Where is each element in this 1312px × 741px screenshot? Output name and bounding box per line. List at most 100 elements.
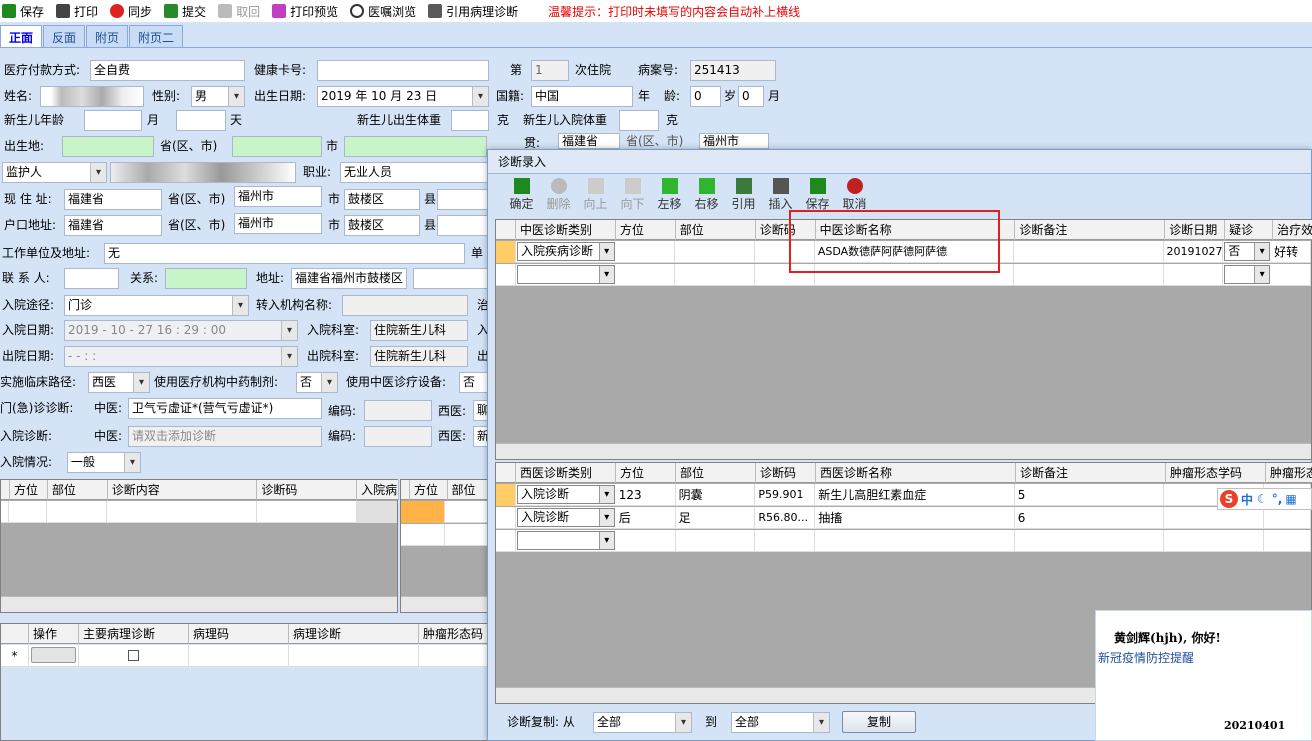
table-row[interactable]: [496, 530, 1312, 552]
ime-toolbar[interactable]: S 中 ☾ °, ▦: [1217, 488, 1312, 510]
tab-back[interactable]: 反面: [43, 25, 86, 47]
addr-detail-field[interactable]: [437, 189, 489, 210]
tab-appendix[interactable]: 附页: [86, 25, 129, 47]
sex-select[interactable]: 男: [191, 86, 245, 107]
nb-age-month-field[interactable]: [84, 110, 142, 131]
work-field[interactable]: 无: [104, 243, 465, 264]
copy-button[interactable]: 复制: [842, 711, 916, 733]
age-month-field[interactable]: 0: [738, 86, 764, 107]
selected-cell[interactable]: [401, 501, 445, 523]
reference-button[interactable]: 引用: [725, 178, 762, 212]
addr-prov-field[interactable]: 福建省: [64, 189, 162, 210]
table-row[interactable]: [1, 501, 397, 523]
name-field-blurred[interactable]: [40, 86, 144, 107]
move-left-button[interactable]: 左移: [651, 178, 688, 212]
er-code-field[interactable]: [364, 400, 432, 421]
horizontal-scrollbar[interactable]: [496, 443, 1311, 459]
route-select[interactable]: 门诊: [64, 295, 249, 316]
er-tcm-field[interactable]: 卫气亏虚证*(营气亏虚证*): [128, 398, 322, 419]
tcm-type-select[interactable]: 入院疾病诊断: [516, 242, 615, 261]
tcm-drug-select[interactable]: 否: [296, 372, 338, 393]
adm-dept-field[interactable]: 住院新生儿科: [370, 320, 468, 341]
print-preview-button[interactable]: 打印预览: [272, 3, 338, 20]
print-button[interactable]: 打印: [56, 3, 98, 20]
rel-field[interactable]: [165, 268, 247, 289]
job-field[interactable]: 无业人员: [340, 162, 490, 183]
tab-appendix-2[interactable]: 附页二: [129, 25, 184, 47]
submit-button[interactable]: 提交: [164, 3, 206, 20]
hukou-city-field[interactable]: 福州市: [234, 213, 322, 234]
birth-prov-field[interactable]: [62, 136, 154, 157]
orders-browse-button[interactable]: 医嘱浏览: [350, 3, 416, 20]
guardian-name-blurred[interactable]: [110, 162, 296, 183]
move-up-button[interactable]: 向上: [577, 178, 614, 212]
hukou-detail-field[interactable]: [437, 215, 489, 236]
guardian-select[interactable]: 监护人: [2, 162, 107, 183]
horizontal-scrollbar[interactable]: [401, 596, 489, 612]
pay-field[interactable]: 全自费: [90, 60, 245, 81]
copy-to-select[interactable]: 全部: [731, 712, 830, 733]
fetch-button[interactable]: 取回: [218, 3, 260, 20]
hukou-prov-field[interactable]: 福建省: [64, 215, 162, 236]
tab-front[interactable]: 正面: [0, 25, 43, 47]
nth-field[interactable]: 1: [531, 60, 569, 81]
age-field[interactable]: 0: [690, 86, 721, 107]
path-select[interactable]: 西医: [88, 372, 150, 393]
healthcard-field[interactable]: [317, 60, 489, 81]
table-row[interactable]: 入院诊断 后 足 R56.80... 抽搐 6: [496, 507, 1312, 529]
delete-button[interactable]: 删除: [540, 178, 577, 212]
table-row[interactable]: [401, 501, 489, 523]
row-selector[interactable]: [496, 484, 516, 506]
jiguan-city-field[interactable]: 福州市: [699, 133, 769, 149]
horizontal-scrollbar[interactable]: [1, 596, 397, 612]
notification-link[interactable]: 新冠疫情防控提醒: [1098, 649, 1194, 666]
contact-field[interactable]: [64, 268, 119, 289]
birth-county-field[interactable]: [344, 136, 487, 157]
jiguan-prov-field[interactable]: 福建省: [558, 133, 620, 149]
row-button[interactable]: [357, 501, 397, 523]
doubt-select[interactable]: 否: [1224, 242, 1271, 261]
addr-district-field[interactable]: 鼓楼区: [344, 189, 420, 210]
contact-addr-extra[interactable]: [413, 268, 489, 289]
insert-button[interactable]: 插入: [762, 178, 799, 212]
adm-cond-select[interactable]: 一般: [67, 452, 141, 473]
nb-admweight-field[interactable]: [619, 110, 659, 131]
doubt-select-empty[interactable]: [1224, 265, 1271, 284]
tcm-type-select-empty[interactable]: [516, 265, 615, 284]
sync-button[interactable]: 同步: [110, 3, 152, 20]
dis-date-picker[interactable]: - - : :: [64, 346, 298, 367]
addr-city-field[interactable]: 福州市: [234, 186, 322, 207]
adm-code-field[interactable]: [364, 426, 432, 447]
ref-pathology-button[interactable]: 引用病理诊断: [428, 3, 518, 20]
table-row[interactable]: 入院诊断 123 阴囊 P59.901 新生儿高胆红素血症 5: [496, 484, 1312, 506]
adm-date-picker[interactable]: 2019 - 10 - 27 16 : 29 : 00: [64, 320, 298, 341]
transfer-field[interactable]: [342, 295, 468, 316]
ok-button[interactable]: 确定: [503, 178, 540, 212]
west-type-select-empty[interactable]: [516, 531, 615, 550]
row-selector[interactable]: [496, 241, 516, 263]
west-type-select[interactable]: 入院诊断: [516, 485, 615, 504]
table-row[interactable]: *: [1, 645, 489, 667]
main-pathology-checkbox[interactable]: [128, 650, 139, 661]
nb-birthweight-field[interactable]: [451, 110, 489, 131]
adm-tcm-field[interactable]: 请双击添加诊断: [128, 426, 322, 447]
dialog-cancel-button[interactable]: 取消: [836, 178, 873, 212]
copy-from-select[interactable]: 全部: [593, 712, 692, 733]
west-type-select[interactable]: 入院诊断: [516, 508, 615, 527]
move-down-button[interactable]: 向下: [614, 178, 651, 212]
dialog-save-button[interactable]: 保存: [799, 178, 836, 212]
contact-addr-field[interactable]: 福建省福州市鼓楼区: [291, 268, 407, 289]
move-right-button[interactable]: 右移: [688, 178, 725, 212]
operate-button[interactable]: [31, 647, 76, 663]
nation-field[interactable]: 中国: [531, 86, 633, 107]
tcm-equip-select[interactable]: 否: [459, 372, 489, 393]
save-button[interactable]: 保存: [2, 3, 44, 20]
nb-age-day-field[interactable]: [176, 110, 226, 131]
birth-city-field[interactable]: [232, 136, 322, 157]
case-field[interactable]: 251413: [690, 60, 776, 81]
birth-date-picker[interactable]: 2019 年 10 月 23 日: [317, 86, 489, 107]
age-label: 龄:: [664, 89, 681, 103]
table-row[interactable]: [401, 524, 489, 546]
dis-dept-field[interactable]: 住院新生儿科: [370, 346, 468, 367]
hukou-district-field[interactable]: 鼓楼区: [344, 215, 420, 236]
